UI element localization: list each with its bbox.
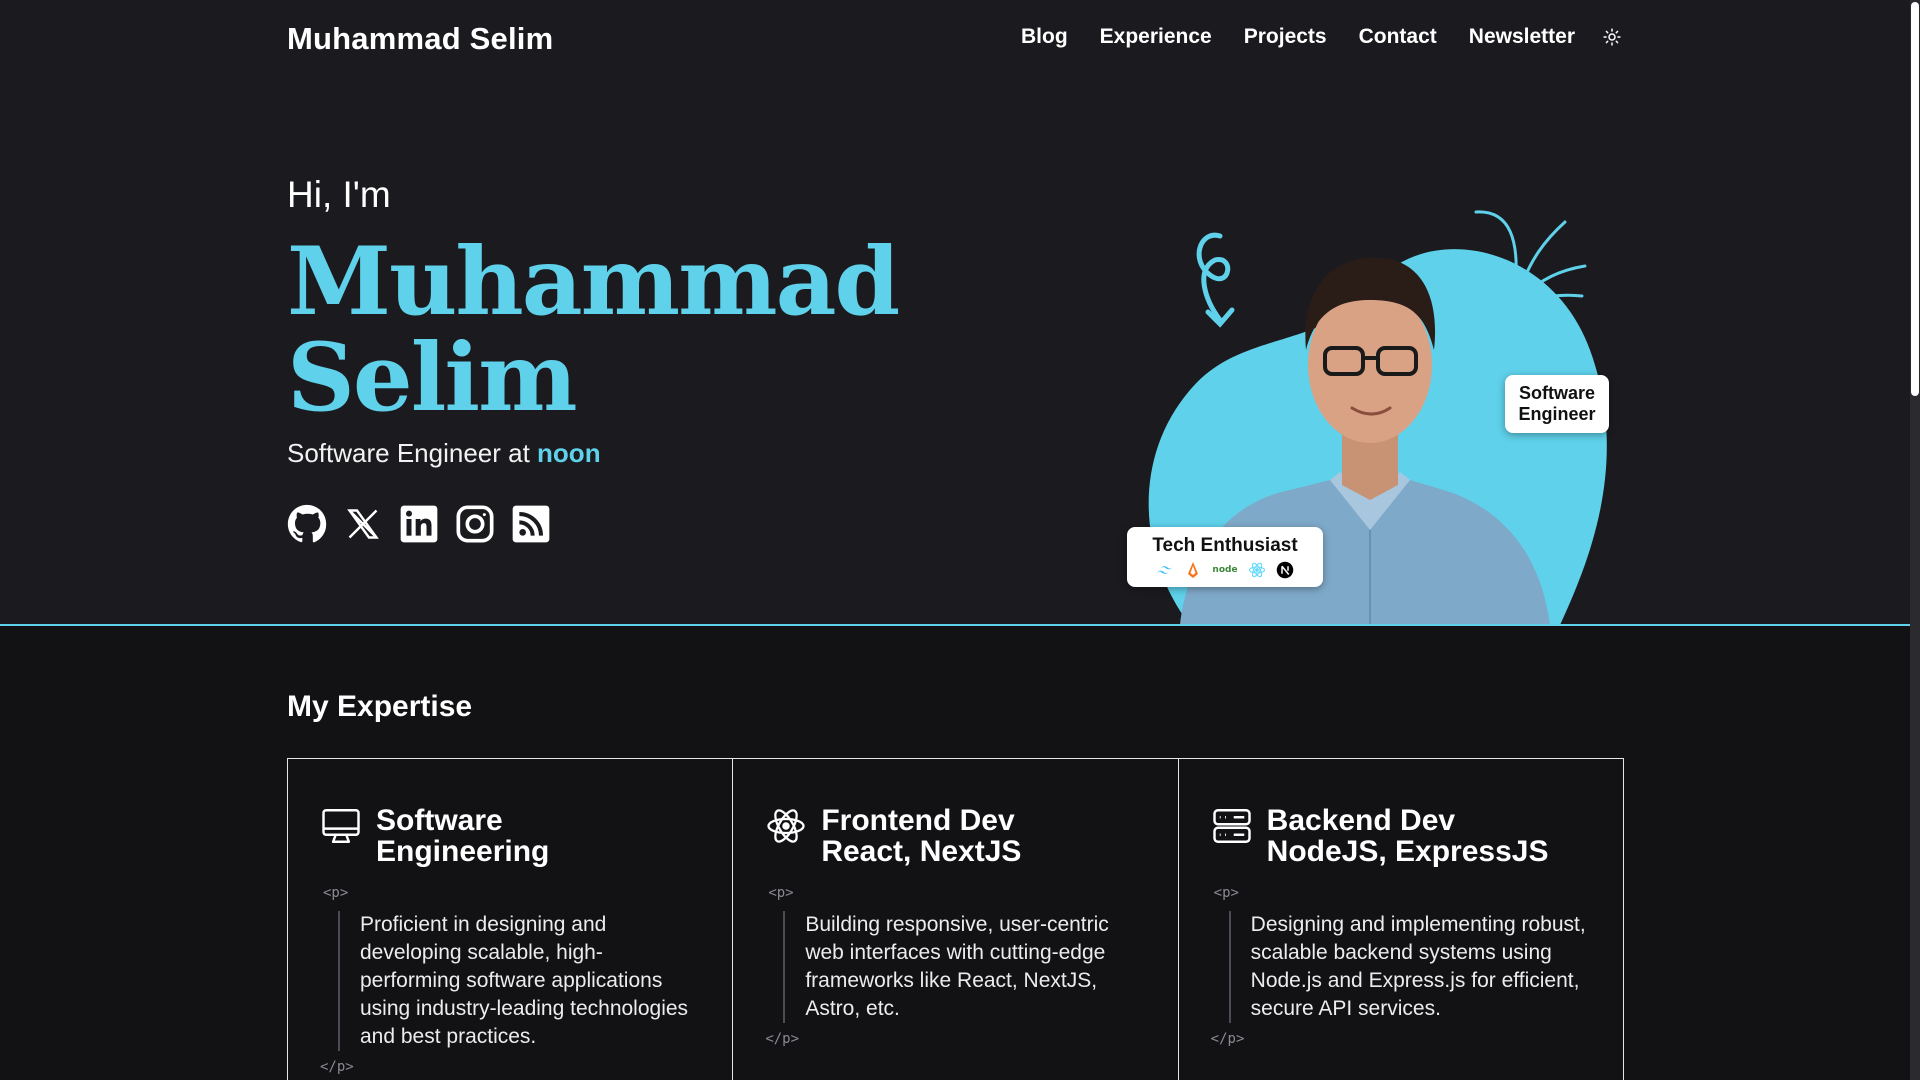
p-open-tag: <p>: [323, 885, 349, 901]
role-badge-line1: Software: [1518, 383, 1596, 403]
expertise-card-frontend: Frontend Dev React, NextJS <p> Building …: [733, 759, 1179, 1080]
hero-role-prefix: Software Engineer at: [287, 438, 530, 468]
atom-icon: [765, 805, 807, 847]
role-badge: Software Engineer: [1505, 375, 1609, 433]
hero-role: Software Engineer at noon: [287, 438, 601, 469]
hero-name-last: Selim: [287, 323, 578, 433]
hero-section: Hi, I'm Muhammad Selim Software Engineer…: [0, 84, 1910, 625]
site-brand[interactable]: Muhammad Selim: [287, 21, 553, 57]
rss-icon[interactable]: [511, 504, 551, 544]
card-description: Designing and implementing robust, scala…: [1228, 911, 1591, 1023]
card-title: Frontend Dev React, NextJS: [821, 805, 1021, 867]
card-title: Backend Dev NodeJS, ExpressJS: [1266, 804, 1549, 868]
page-scrollbar[interactable]: [1910, 0, 1920, 1080]
nav-link-contact[interactable]: Contact: [1359, 25, 1437, 49]
card-description: Building responsive, user-centric web in…: [783, 911, 1145, 1023]
node-icon: node: [1212, 565, 1238, 575]
social-links: [287, 504, 551, 544]
nav-link-experience[interactable]: Experience: [1100, 25, 1212, 49]
github-icon[interactable]: [287, 504, 327, 544]
nav-link-projects[interactable]: Projects: [1244, 25, 1327, 49]
p-close-tag: </p>: [320, 1059, 354, 1075]
p-open-tag: <p>: [1213, 885, 1239, 901]
server-icon: [1211, 805, 1253, 847]
card-title: Software Engineering: [376, 805, 549, 867]
expertise-card-backend: Backend Dev NodeJS, ExpressJS <p> Design…: [1179, 759, 1623, 1080]
tech-badge-label: Tech Enthusiast: [1152, 535, 1298, 556]
nav-link-blog[interactable]: Blog: [1021, 25, 1068, 49]
role-badge-line2: Engineer: [1518, 404, 1596, 424]
expertise-title: My Expertise: [287, 690, 473, 723]
expertise-cards: Software Engineering <p> Proficient in d…: [287, 758, 1624, 1080]
tailwind-icon: [1156, 561, 1174, 579]
expertise-section: My Expertise Software Engineering <p> Pr…: [0, 626, 1910, 1080]
monitor-icon: [320, 805, 362, 847]
scrollbar-thumb[interactable]: [1911, 2, 1919, 396]
tech-icons: node: [1127, 561, 1323, 579]
nav-link-newsletter[interactable]: Newsletter: [1469, 25, 1575, 49]
p-close-tag: </p>: [765, 1031, 800, 1047]
p-open-tag: <p>: [768, 885, 794, 901]
p-close-tag: </p>: [1210, 1031, 1245, 1047]
react-icon: [1248, 561, 1266, 579]
card-title-line2: Engineering: [376, 835, 550, 868]
instagram-icon[interactable]: [455, 504, 495, 544]
top-nav: Muhammad Selim Blog Experience Projects …: [0, 0, 1920, 84]
card-title-line1: Backend Dev: [1266, 804, 1456, 837]
hero-name-first: Muhammad: [287, 227, 900, 337]
sun-icon[interactable]: [1601, 26, 1623, 48]
expertise-card-software: Software Engineering <p> Proficient in d…: [288, 759, 734, 1080]
card-description: Proficient in designing and developing s…: [338, 911, 700, 1051]
hero-greeting: Hi, I'm: [287, 174, 391, 215]
tech-enthusiast-badge: Tech Enthusiast node: [1127, 527, 1323, 587]
card-title-line1: Software: [376, 804, 503, 837]
nav-links: Blog Experience Projects Contact Newslet…: [1021, 25, 1623, 49]
svelte-icon: [1184, 561, 1202, 579]
hero-company-link[interactable]: noon: [537, 438, 601, 468]
x-icon[interactable]: [343, 504, 383, 544]
card-title-line1: Frontend Dev: [821, 804, 1015, 837]
card-title-line2: React, NextJS: [821, 835, 1022, 868]
hero-name: Muhammad Selim: [287, 227, 900, 433]
card-title-line2: NodeJS, ExpressJS: [1266, 835, 1549, 868]
nextjs-icon: [1276, 561, 1294, 579]
linkedin-icon[interactable]: [399, 504, 439, 544]
